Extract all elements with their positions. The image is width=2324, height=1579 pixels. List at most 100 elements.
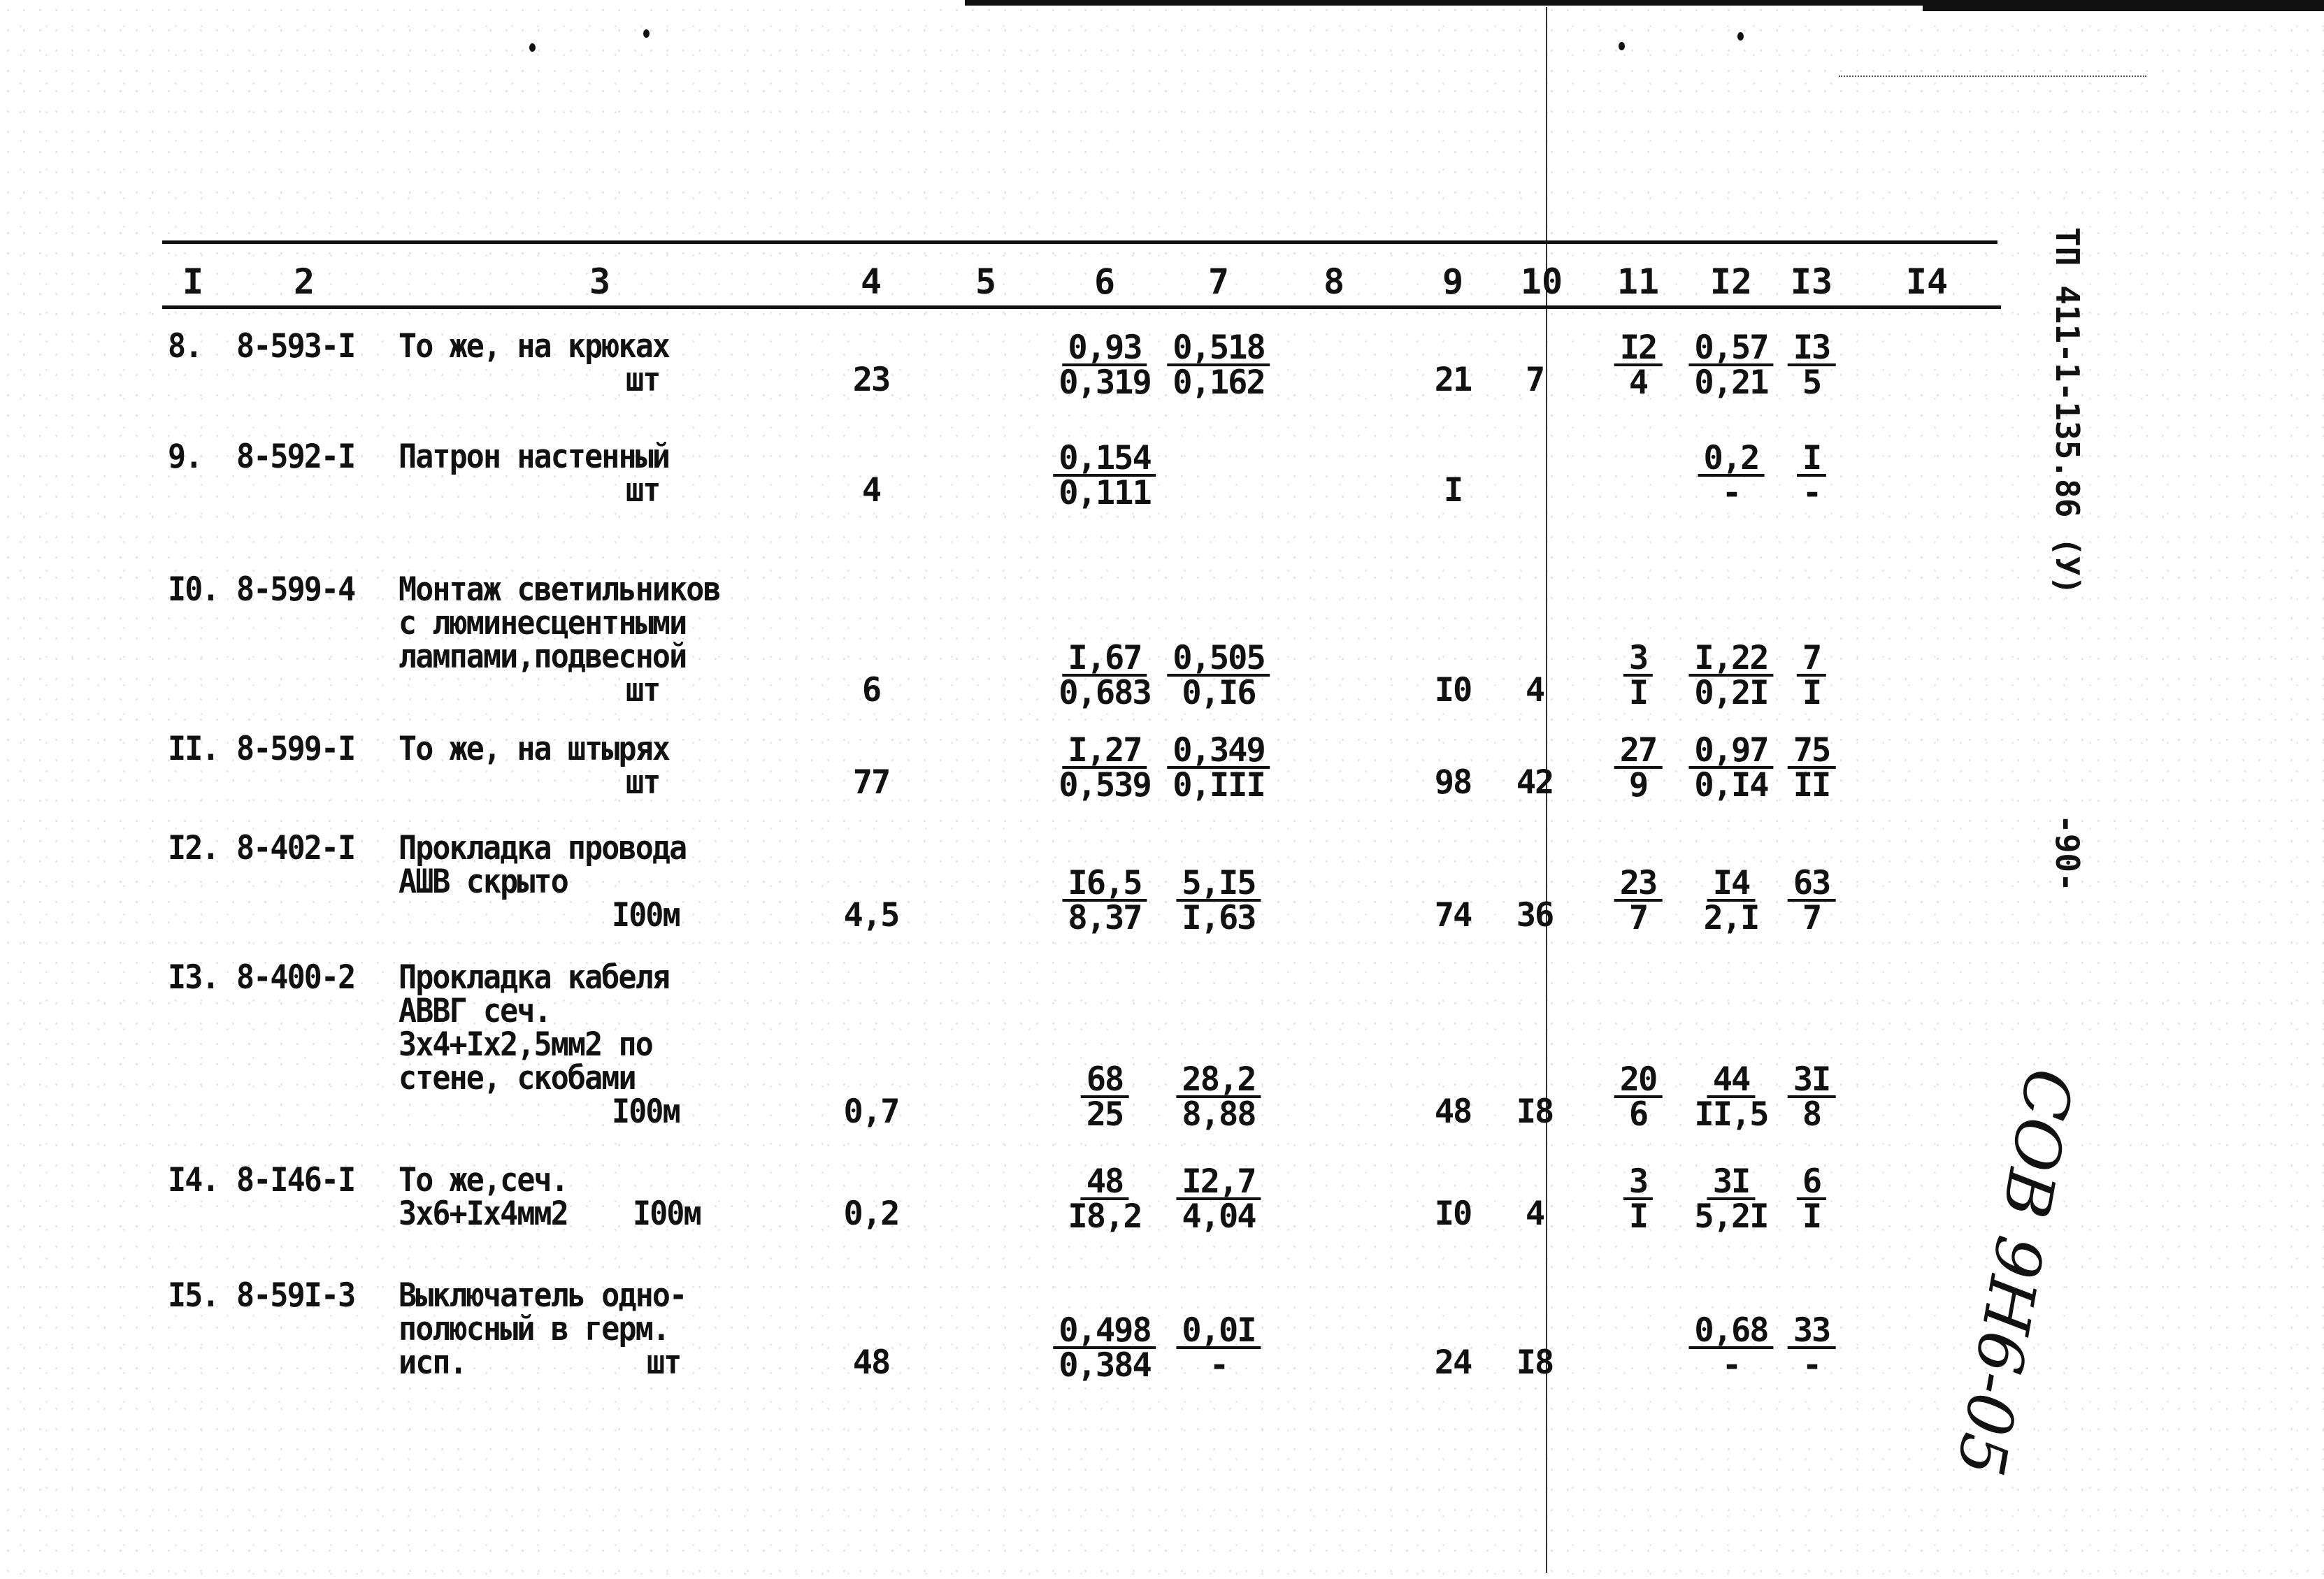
- row-code: 8-400-2: [236, 958, 356, 997]
- document-code: ТП 411-1-135.86 (У): [2049, 227, 2086, 596]
- cell-fraction-c12: 3I 5,2I: [1694, 1165, 1769, 1236]
- row-description: 3х4+Iх2,5мм2 по: [399, 1025, 654, 1064]
- cell-col9: I0: [1434, 671, 1473, 709]
- cell-fraction-c11: 20 6: [1614, 1063, 1663, 1131]
- cell-fraction-c7: I2,7 4,04: [1176, 1165, 1261, 1233]
- fraction-denominator: I: [1802, 674, 1822, 712]
- fraction-numerator: 0,97: [1688, 734, 1774, 769]
- fraction-denominator: -: [1721, 1346, 1742, 1385]
- cell-fraction-c6: 48 I8,2: [1068, 1165, 1142, 1233]
- fraction-numerator: 3: [1623, 642, 1654, 677]
- cell-fraction-c11: 23 7: [1614, 867, 1663, 935]
- row-unit: I00м: [612, 896, 681, 935]
- cell-fraction-c13: 33-: [1787, 1314, 1836, 1385]
- row-number: I3.: [168, 958, 220, 997]
- fraction-numerator: I: [1796, 442, 1827, 477]
- cell-fraction-c7: 0,349 0,III: [1167, 734, 1270, 802]
- cell-fraction-c7: 0,518 0,162: [1167, 331, 1270, 402]
- fraction-denominator: 0,I6: [1182, 674, 1256, 712]
- column-header: 9: [1442, 261, 1464, 302]
- row-description: Прокладка провода: [399, 829, 687, 867]
- fraction-numerator: 0,349: [1167, 734, 1270, 769]
- fraction-denominator: -: [1802, 1346, 1822, 1385]
- fraction-denominator: II,5: [1694, 1095, 1769, 1134]
- cell-fraction-c6: 0,154 0,111: [1053, 442, 1156, 512]
- fraction-denominator: 2,I: [1703, 899, 1760, 937]
- fraction-denominator: 0,319: [1059, 363, 1152, 402]
- fraction-denominator: I: [1802, 1197, 1822, 1236]
- cell-col10: 36: [1516, 896, 1555, 935]
- cell-col4: 0,7: [843, 1093, 901, 1131]
- scan-dot: [1619, 42, 1625, 50]
- column-header: I2: [1709, 261, 1753, 302]
- fraction-denominator: I,63: [1182, 899, 1256, 937]
- row-number: I0.: [168, 570, 220, 609]
- fraction-denominator: 5,2I: [1694, 1197, 1769, 1236]
- cell-fraction-c6: 0,93 0,319: [1059, 331, 1152, 402]
- row-code: 8-593-I: [236, 327, 356, 366]
- fraction-numerator: 3I: [1787, 1063, 1836, 1098]
- cell-col10: 4: [1525, 1195, 1545, 1233]
- cell-fraction-c7: 0,0I -: [1176, 1314, 1261, 1382]
- row-description: 3х6+Iх4мм2: [399, 1195, 569, 1233]
- fraction-denominator: 5: [1802, 363, 1822, 402]
- fraction-denominator: 8,37: [1068, 899, 1142, 937]
- row-unit: шт: [626, 361, 661, 399]
- cell-col10: 4: [1525, 671, 1545, 709]
- cell-fraction-c6: I,67 0,683: [1059, 642, 1152, 709]
- table-top-rule: [162, 240, 1997, 244]
- column-header: I: [182, 261, 204, 302]
- fraction-denominator: 4: [1628, 363, 1649, 402]
- row-description: Монтаж светильников: [399, 570, 722, 609]
- fraction-numerator: I2: [1614, 331, 1663, 366]
- fraction-numerator: 0,498: [1053, 1314, 1156, 1349]
- fraction-denominator: 0,162: [1172, 363, 1265, 402]
- fraction-denominator: I: [1628, 674, 1649, 712]
- scan-edge-top-thick: [1923, 0, 2324, 11]
- cell-fraction-c7: 28,2 8,88: [1176, 1063, 1261, 1134]
- cell-fraction-c13: I3 5: [1787, 331, 1836, 402]
- cell-fraction-c6: 0,498 0,384: [1053, 1314, 1156, 1385]
- cell-fraction-c7: 5,I5 I,63: [1176, 867, 1261, 937]
- fraction-numerator: I6,5: [1062, 867, 1147, 902]
- fraction-denominator: 0,111: [1059, 474, 1152, 512]
- cell-fraction-c13: 7I: [1796, 642, 1827, 712]
- column-header: 10: [1520, 261, 1563, 302]
- fraction-denominator: 8,88: [1182, 1095, 1256, 1134]
- row-code: 8-I46-I: [236, 1161, 356, 1199]
- cell-col9: 98: [1434, 763, 1473, 802]
- column-header: 3: [589, 261, 611, 302]
- cell-fraction-c13: I-: [1796, 442, 1827, 510]
- fraction-numerator: I4: [1707, 867, 1756, 902]
- fraction-numerator: 48: [1080, 1165, 1129, 1200]
- fraction-numerator: 5,I5: [1176, 867, 1261, 902]
- column-header: 2: [293, 261, 315, 302]
- cell-fraction-c12: I4 2,I: [1703, 867, 1760, 937]
- row-number: I5.: [168, 1276, 220, 1315]
- cell-fraction-c12: 0,97 0,I4: [1688, 734, 1774, 802]
- column-header: I4: [1905, 261, 1949, 302]
- column-header: 4: [860, 261, 882, 302]
- fraction-numerator: I,67: [1062, 642, 1147, 677]
- row-unit: I00м: [612, 1093, 681, 1131]
- column-header: 7: [1207, 261, 1230, 302]
- fraction-denominator: 9: [1628, 766, 1649, 805]
- cell-col4: 23: [852, 361, 891, 399]
- fraction-numerator: 0,57: [1688, 331, 1774, 366]
- table-header-rule: [162, 305, 2001, 309]
- fraction-denominator: 0,384: [1059, 1346, 1152, 1385]
- fraction-denominator: 7: [1802, 899, 1822, 937]
- fraction-numerator: I2,7: [1176, 1165, 1261, 1200]
- column-header: I3: [1790, 261, 1833, 302]
- row-number: I2.: [168, 829, 220, 867]
- cell-fraction-c12: 0,68-: [1688, 1314, 1774, 1385]
- fraction-denominator: I: [1628, 1197, 1649, 1236]
- row-code: 8-599-4: [236, 570, 356, 609]
- cell-col9: 21: [1434, 361, 1473, 399]
- cell-fraction-c11: 3I: [1623, 1165, 1654, 1236]
- row-description: Патрон настенный: [399, 438, 670, 476]
- cell-fraction-c13: 3I 8: [1787, 1063, 1836, 1131]
- row-description: То же, на штырях: [399, 730, 670, 768]
- row-description: Выключатель одно-: [399, 1276, 687, 1315]
- cell-fraction-c11: 3I: [1623, 642, 1654, 712]
